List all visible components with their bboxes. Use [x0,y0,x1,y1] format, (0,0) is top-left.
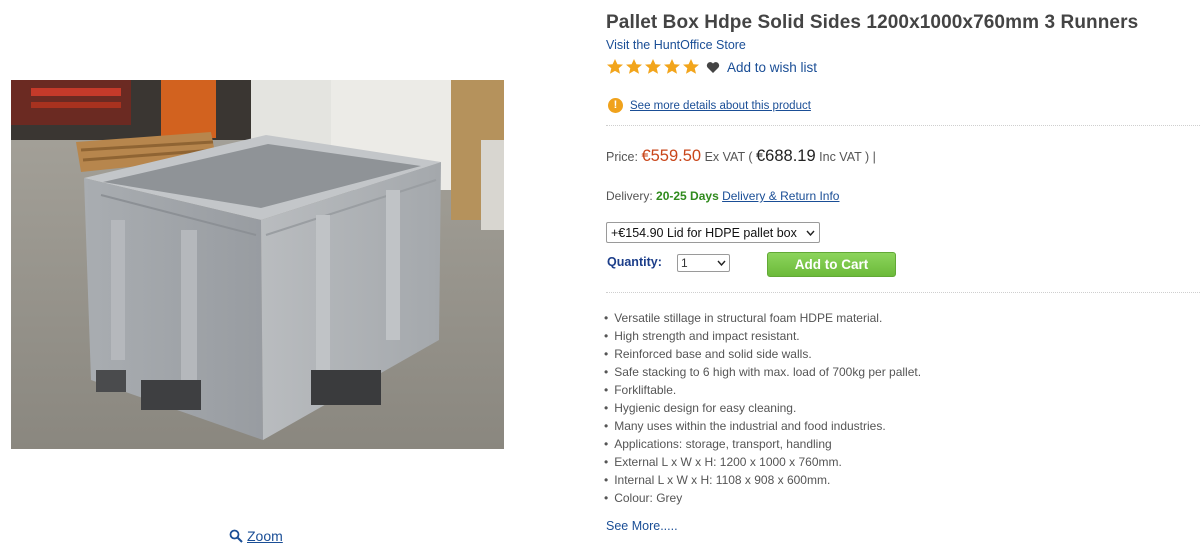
list-item: Hygienic design for easy cleaning. [604,399,921,417]
add-to-wish-list[interactable]: Add to wish list [706,60,817,75]
list-item: Safe stacking to 6 high with max. load o… [604,363,921,381]
list-item: Applications: storage, transport, handli… [604,435,921,453]
wish-list-label: Add to wish list [727,60,818,75]
add-to-cart-button[interactable]: Add to Cart [767,252,896,277]
see-more-link[interactable]: See More..... [606,519,678,533]
chevron-down-icon [717,260,726,266]
magnifier-icon [229,529,243,543]
product-title: Pallet Box Hdpe Solid Sides 1200x1000x76… [606,12,1139,33]
list-item: Reinforced base and solid side walls. [604,345,921,363]
details-link[interactable]: See more details about this product [630,100,811,112]
heart-icon [706,62,720,73]
product-image[interactable] [11,80,504,449]
option-selected-value: +€154.90 Lid for HDPE pallet box [611,225,797,240]
star-icon [664,59,680,74]
price-inc-vat: €688.19 [756,147,816,165]
info-icon: ! [608,98,623,113]
delivery-label: Delivery: [606,189,653,203]
delivery-row: Delivery: 20-25 Days Delivery & Return I… [606,189,839,203]
store-link[interactable]: Visit the HuntOffice Store [606,38,746,52]
price-label: Price: [606,150,638,164]
star-rating[interactable] [606,58,700,75]
ex-vat-label: Ex VAT ( [704,150,753,164]
price-row: Price: €559.50 Ex VAT ( €688.19 Inc VAT … [606,147,876,166]
pallet-box-photo [11,80,504,449]
feature-list: Versatile stillage in structural foam HD… [604,309,921,507]
delivery-days: 20-25 Days [656,189,719,203]
zoom-link[interactable]: Zoom [229,528,283,544]
list-item: Colour: Grey [604,489,921,507]
chevron-down-icon [806,230,815,236]
star-icon [607,59,623,74]
quantity-label: Quantity: [607,255,662,269]
divider [606,292,1200,293]
star-icon [683,59,699,74]
product-details-row: ! See more details about this product [608,98,811,113]
text-cursor: | [872,150,876,164]
quantity-select[interactable]: 1 [677,254,730,272]
zoom-label: Zoom [247,528,283,544]
star-icon [645,59,661,74]
divider [606,125,1200,126]
list-item: High strength and impact resistant. [604,327,921,345]
price-ex-vat: €559.50 [641,147,702,165]
lid-option-select[interactable]: +€154.90 Lid for HDPE pallet box [606,222,820,243]
star-icon [626,59,642,74]
delivery-info-link[interactable]: Delivery & Return Info [722,189,839,203]
list-item: Internal L x W x H: 1108 x 908 x 600mm. [604,471,921,489]
inc-vat-label: Inc VAT ) [819,150,870,164]
list-item: Many uses within the industrial and food… [604,417,921,435]
list-item: Forkliftable. [604,381,921,399]
list-item: Versatile stillage in structural foam HD… [604,309,921,327]
list-item: External L x W x H: 1200 x 1000 x 760mm. [604,453,921,471]
quantity-value: 1 [681,256,688,270]
